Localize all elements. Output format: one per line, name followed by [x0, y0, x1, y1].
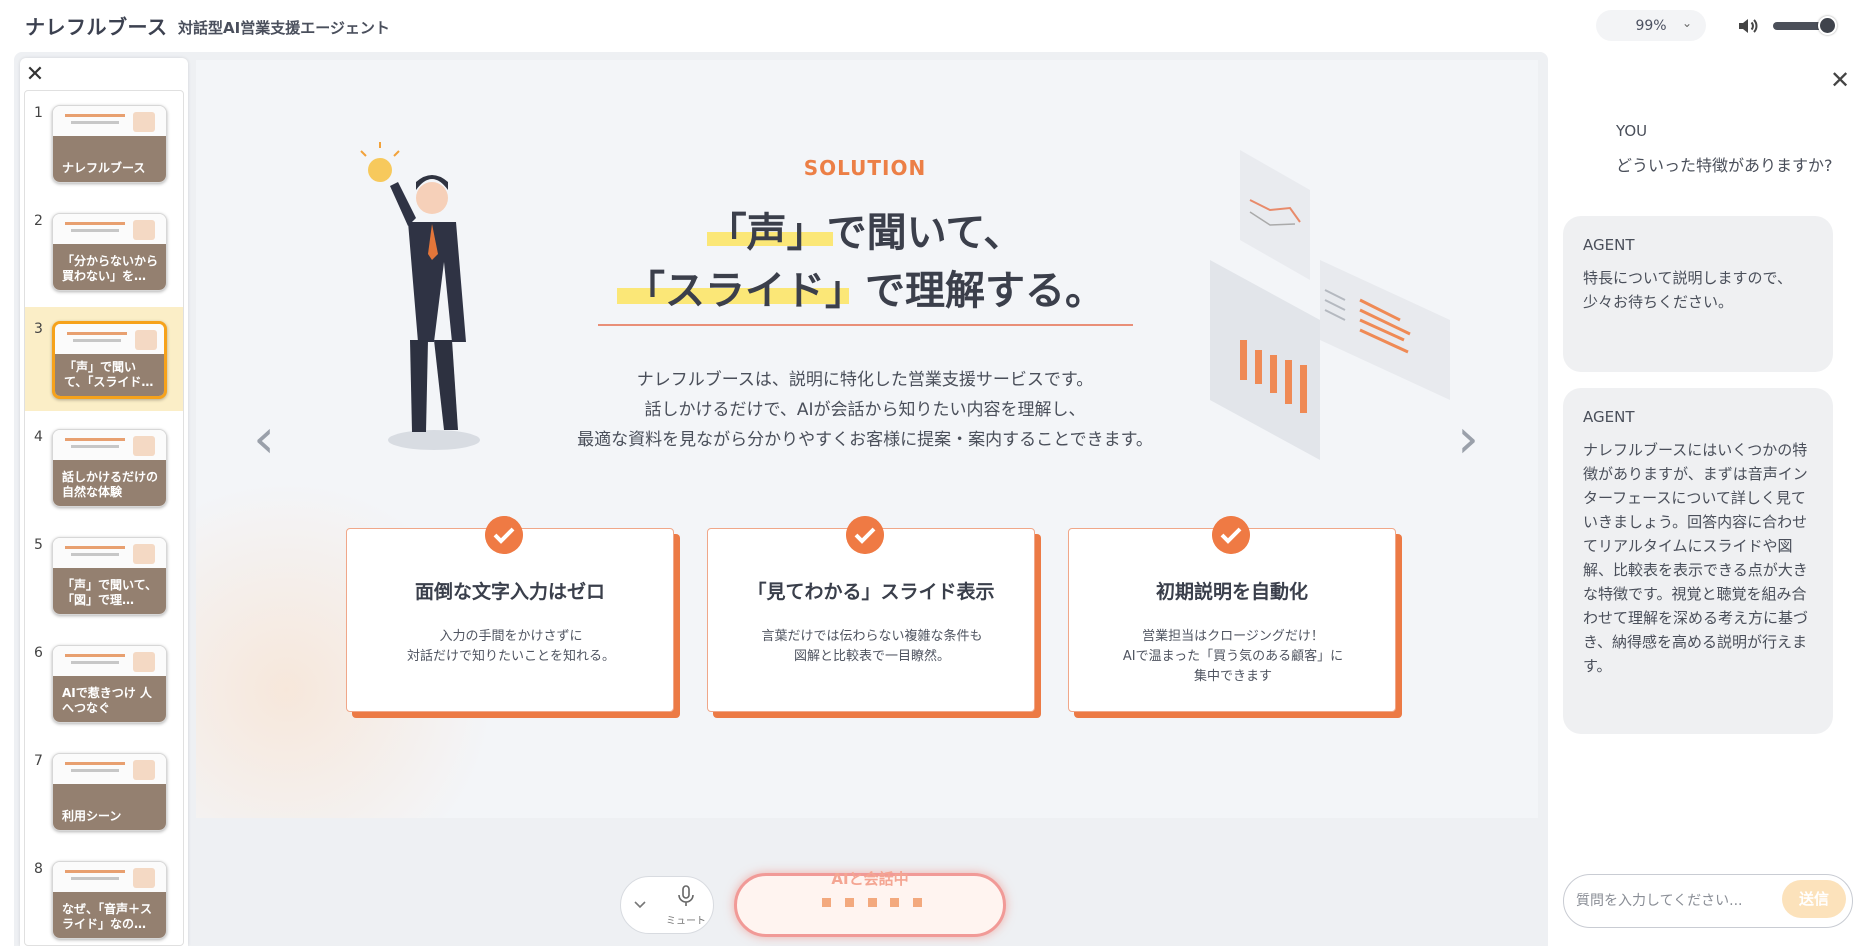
feature-card-desc: 入力の手間をかけさずに 対話だけで知りたいことを知れる。: [406, 629, 615, 664]
thumbnail-item[interactable]: 2 「分からないから買わない」を…: [25, 199, 183, 303]
zoom-select[interactable]: 99% ⌄: [1596, 10, 1706, 41]
send-button[interactable]: 送信: [1782, 880, 1846, 918]
agent-label: AGENT: [1583, 408, 1635, 426]
thumbnail-image[interactable]: ナレフルブース: [52, 105, 167, 183]
app-header: ナレフルブース 対話型AI営業支援エージェント: [0, 0, 1861, 52]
thumbnail-number: 3: [34, 321, 43, 337]
thumbnail-image[interactable]: 「声」で聞いて、「図」で理…: [52, 537, 167, 615]
thumbnail-item[interactable]: 6 AIで惹きつけ 人へつなぐ: [25, 631, 183, 735]
you-label: YOU: [1616, 122, 1648, 140]
thumbnail-label: AIで惹きつけ 人へつなぐ: [62, 686, 152, 715]
close-icon[interactable]: ✕: [24, 64, 46, 86]
checkmark-icon: [846, 516, 884, 554]
chevron-down-icon: ⌄: [1681, 16, 1692, 30]
thumbnail-label: 「声」で聞いて、「図」で理…: [62, 578, 158, 607]
checkmark-icon: [1212, 516, 1250, 554]
feature-card-title: 「見てわかる」スライド表示: [747, 581, 995, 603]
thumbnail-item[interactable]: 8 なぜ、「音声＋スライド」なの…: [25, 847, 183, 945]
app-subtitle: 対話型AI営業支援エージェント: [178, 19, 390, 37]
headline-divider: [598, 324, 1133, 326]
thumbnail-label: 「分からないから買わない」を…: [62, 254, 159, 283]
close-icon[interactable]: ✕: [1829, 68, 1851, 92]
feature-card-title: 面倒な文字入力はゼロ: [414, 581, 605, 603]
app-title: ナレフルブース: [25, 15, 168, 39]
section-label: SOLUTION: [803, 156, 927, 180]
description-line: ナレフルブースは、説明に特化した営業支援サービスです。: [636, 370, 1094, 390]
chat-input[interactable]: [1576, 888, 1776, 914]
thumbnail-number: 4: [34, 429, 43, 445]
thumbnail-label: 「声」で聞いて、「スライド…: [64, 360, 154, 389]
thumbnail-number: 7: [34, 753, 43, 769]
ai-talk-status: AIと会話中: [831, 870, 909, 888]
thumbnail-image[interactable]: 「分からないから買わない」を…: [52, 213, 167, 291]
thumbnail-label: なぜ、「音声＋スライド」なの…: [62, 902, 153, 931]
thumbnail-number: 8: [34, 861, 43, 877]
thumbnail-number: 5: [34, 537, 43, 553]
feature-card: 初期説明を自動化 営業担当はクロージングだけ！ AIで温まった「買う気のある顧客…: [1068, 528, 1396, 712]
microphone-icon[interactable]: [676, 885, 696, 907]
feature-card-desc: 言葉だけでは伝わらない複雑な条件も 図解と比較表で一目瞭然。: [761, 629, 983, 664]
talk-indicator-dots: [822, 898, 922, 908]
thumbnail-image[interactable]: AIで惹きつけ 人へつなぐ: [52, 645, 167, 723]
feature-card: 面倒な文字入力はゼロ 入力の手間をかけさずに 対話だけで知りたいことを知れる。: [346, 528, 674, 712]
speaker-icon[interactable]: [1736, 14, 1760, 38]
thumbnail-image[interactable]: 利用シーン: [52, 753, 167, 831]
thumbnail-label: 利用シーン: [62, 809, 122, 823]
slide-description: ナレフルブースは、説明に特化した営業支援サービスです。 話しかけるだけで、AIが…: [520, 365, 1210, 455]
volume-slider-handle[interactable]: [1818, 16, 1837, 35]
description-line: 最適な資料を見ながら分かりやすくお客様に提案・案内することできます。: [577, 430, 1153, 450]
agent-message-bubble: AGENT ナレフルブースにはいくつかの特徴がありますが、まずは音声インターフェ…: [1563, 388, 1833, 734]
thumbnail-label: ナレフルブース: [62, 161, 146, 175]
thumbnail-image[interactable]: 話しかけるだけの自然な体験: [52, 429, 167, 507]
thumbnail-number: 1: [34, 105, 43, 121]
thumbnail-image[interactable]: 「声」で聞いて、「スライド…: [52, 321, 167, 399]
description-line: 話しかけるだけで、AIが会話から知りたい内容を理解し、: [644, 400, 1086, 420]
thumbnail-image[interactable]: なぜ、「音声＋スライド」なの…: [52, 861, 167, 939]
agent-label: AGENT: [1583, 236, 1635, 254]
thumbnail-item[interactable]: 7 利用シーン: [25, 739, 183, 843]
feature-card: 「見てわかる」スライド表示 言葉だけでは伝わらない複雑な条件も 図解と比較表で一…: [707, 528, 1035, 712]
thumbnail-item-active[interactable]: 3 「声」で聞いて、「スライド…: [25, 307, 183, 411]
thumbnail-item[interactable]: 5 「声」で聞いて、「図」で理…: [25, 523, 183, 627]
businessman-illustration: [360, 142, 480, 450]
next-slide-button[interactable]: ›: [1448, 412, 1488, 472]
chevron-down-icon[interactable]: [632, 896, 648, 912]
thumbnail-item[interactable]: 1 ナレフルブース: [25, 91, 183, 195]
agent-message-text: 特長について説明しますので、少々お待ちください。: [1583, 269, 1792, 311]
user-message: どういった特徴がありますか?: [1616, 156, 1833, 175]
thumbnail-item[interactable]: 4 話しかけるだけの自然な体験: [25, 415, 183, 519]
thumbnail-number: 2: [34, 213, 43, 229]
previous-slide-button[interactable]: ‹: [244, 412, 284, 472]
mute-label[interactable]: ミュート: [664, 912, 708, 927]
agent-message-text: ナレフルブースにはいくつかの特徴がありますが、まずは音声インターフェースについて…: [1583, 441, 1809, 675]
thumbnail-number: 6: [34, 645, 43, 661]
agent-message-bubble: AGENT 特長について説明しますので、少々お待ちください。: [1563, 216, 1833, 372]
zoom-value: 99%: [1635, 17, 1667, 34]
slide-headline-line1: 「声」で聞いて、: [706, 210, 1024, 256]
slide-headline-line2: 「スライド」で理解する。: [625, 268, 1105, 314]
checkmark-icon: [485, 516, 523, 554]
thumbnail-label: 話しかけるだけの自然な体験: [62, 470, 159, 499]
thumbnail-list[interactable]: 1 ナレフルブース 2 「分からないから買わない」を… 3 「声」で聞いて、「ス…: [24, 90, 184, 946]
feature-card-desc: 営業担当はクロージングだけ！ AIで温まった「買う気のある顧客」に 集中できます: [1122, 629, 1344, 684]
chart-panels-illustration: [1210, 150, 1450, 460]
feature-card-title: 初期説明を自動化: [1155, 581, 1308, 603]
